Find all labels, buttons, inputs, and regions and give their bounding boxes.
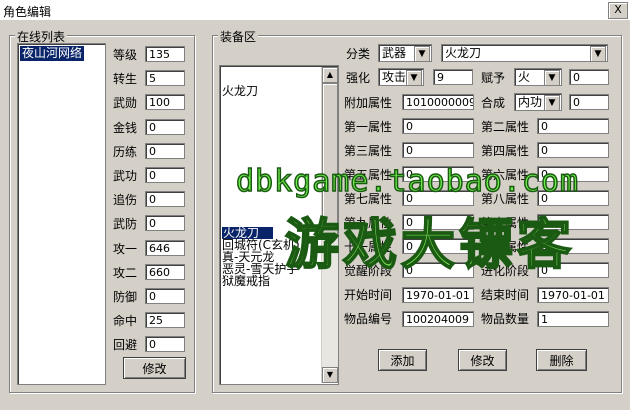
stat-label: 命中 (113, 314, 138, 329)
stat-label: 金钱 (113, 120, 138, 135)
delete-button[interactable]: 删除 (536, 349, 587, 371)
strengthen-label: 强化 (346, 71, 371, 85)
stat-label: 武勋 (113, 96, 138, 111)
end-time-input[interactable]: 1970-01-01 0 (537, 287, 609, 303)
title-bar: 角色编辑 X (0, 0, 630, 20)
watermark-brand: 游戏大镖客 (284, 212, 575, 277)
combine-type-select[interactable]: 内功 ▼ (514, 93, 562, 111)
endow-input[interactable]: 0 (569, 69, 609, 85)
stat-input[interactable]: 25 (145, 312, 185, 329)
endow-type-select[interactable]: 火 ▼ (514, 68, 562, 86)
attribute-label: 第三属性 (344, 144, 393, 158)
endow-label: 赋予 (481, 71, 506, 85)
strengthen-input[interactable]: 9 (433, 69, 473, 85)
scroll-up-icon[interactable]: ▲ (322, 67, 338, 83)
stat-input[interactable]: 0 (145, 191, 185, 208)
category-label: 分类 (346, 47, 371, 61)
attribute-label: 第一属性 (344, 120, 393, 134)
chevron-down-icon[interactable]: ▼ (544, 95, 560, 111)
category-value: 武器 (382, 46, 407, 60)
stat-label: 防御 (113, 290, 138, 304)
stat-input[interactable]: 0 (145, 118, 185, 135)
stat-input[interactable]: 0 (145, 167, 185, 183)
strengthen-type-select[interactable]: 攻击 ▼ (378, 68, 424, 86)
stat-input[interactable]: 0 (145, 215, 185, 232)
item-number-input[interactable]: 100204009 (402, 311, 474, 327)
stat-label: 攻一 (113, 241, 138, 256)
item-select[interactable]: 火龙刀 ▼ (441, 44, 608, 62)
combine-label: 合成 (481, 96, 506, 110)
attribute-label: 第二属性 (481, 120, 530, 134)
stat-input[interactable]: 646 (145, 239, 185, 256)
item-value: 火龙刀 (445, 46, 482, 60)
stat-input[interactable]: 0 (145, 142, 185, 159)
equipment-preview-name: 火龙刀 (222, 84, 259, 98)
stat-label: 等级 (113, 48, 138, 62)
attribute-input[interactable]: 0 (537, 142, 609, 158)
window-title: 角色编辑 (3, 5, 52, 19)
player-list-item[interactable]: 夜山河网络 (20, 46, 85, 61)
add-button[interactable]: 添加 (378, 349, 427, 371)
close-button[interactable]: X (608, 2, 628, 19)
start-time-input[interactable]: 1970-01-01 0 (402, 287, 474, 303)
equipment-label: 装备区 (218, 28, 259, 45)
attribute-input[interactable]: 0 (402, 142, 474, 158)
equipment-item[interactable]: 狱魔戒指 (222, 275, 270, 287)
stat-label: 回避 (113, 338, 138, 353)
stat-input[interactable]: 660 (145, 263, 185, 280)
scroll-down-icon[interactable]: ▼ (322, 367, 338, 383)
stat-input[interactable]: 0 (145, 288, 185, 304)
extra-attr-label: 附加属性 (344, 96, 393, 110)
item-quantity-label: 物品数量 (481, 312, 530, 326)
role-edit-window: 角色编辑 X 在线列表 夜山河网络 等级 135 转生 5 武勋 100 金钱 0 历练 0 武功 0… (0, 0, 630, 410)
combine-input[interactable]: 0 (569, 94, 609, 110)
stat-label: 攻二 (113, 265, 138, 280)
category-select[interactable]: 武器 ▼ (378, 44, 432, 62)
stat-label: 追伤 (113, 193, 138, 208)
combine-type-value: 内功 (518, 95, 543, 109)
stat-input[interactable]: 5 (145, 70, 185, 87)
extra-attr-input[interactable]: 1010000009 (402, 94, 474, 110)
stat-input[interactable]: 100 (145, 94, 185, 111)
start-time-label: 开始时间 (344, 288, 393, 302)
attribute-input[interactable]: 0 (537, 118, 609, 134)
equip-modify-button[interactable]: 修改 (458, 349, 507, 371)
chevron-down-icon[interactable]: ▼ (406, 70, 422, 86)
stat-label: 武防 (113, 217, 138, 232)
end-time-label: 结束时间 (481, 288, 530, 302)
player-modify-button[interactable]: 修改 (123, 357, 186, 379)
chevron-down-icon[interactable]: ▼ (590, 46, 606, 62)
item-number-label: 物品编号 (344, 312, 393, 326)
stat-input[interactable]: 0 (145, 336, 185, 353)
item-quantity-input[interactable]: 1 (537, 311, 609, 327)
attribute-label: 第四属性 (481, 144, 530, 158)
stat-label: 转生 (113, 72, 138, 87)
stat-label: 历练 (113, 144, 138, 159)
strengthen-type-value: 攻击 (382, 70, 407, 84)
stat-input[interactable]: 135 (145, 46, 185, 62)
attribute-input[interactable]: 0 (402, 118, 474, 134)
stat-label: 武功 (113, 169, 138, 183)
watermark-url: dbkgame.taobao.com (235, 163, 580, 200)
chevron-down-icon[interactable]: ▼ (544, 70, 560, 86)
online-player-list[interactable]: 夜山河网络 (17, 43, 106, 385)
chevron-down-icon[interactable]: ▼ (414, 46, 430, 62)
endow-type-value: 火 (518, 70, 531, 84)
